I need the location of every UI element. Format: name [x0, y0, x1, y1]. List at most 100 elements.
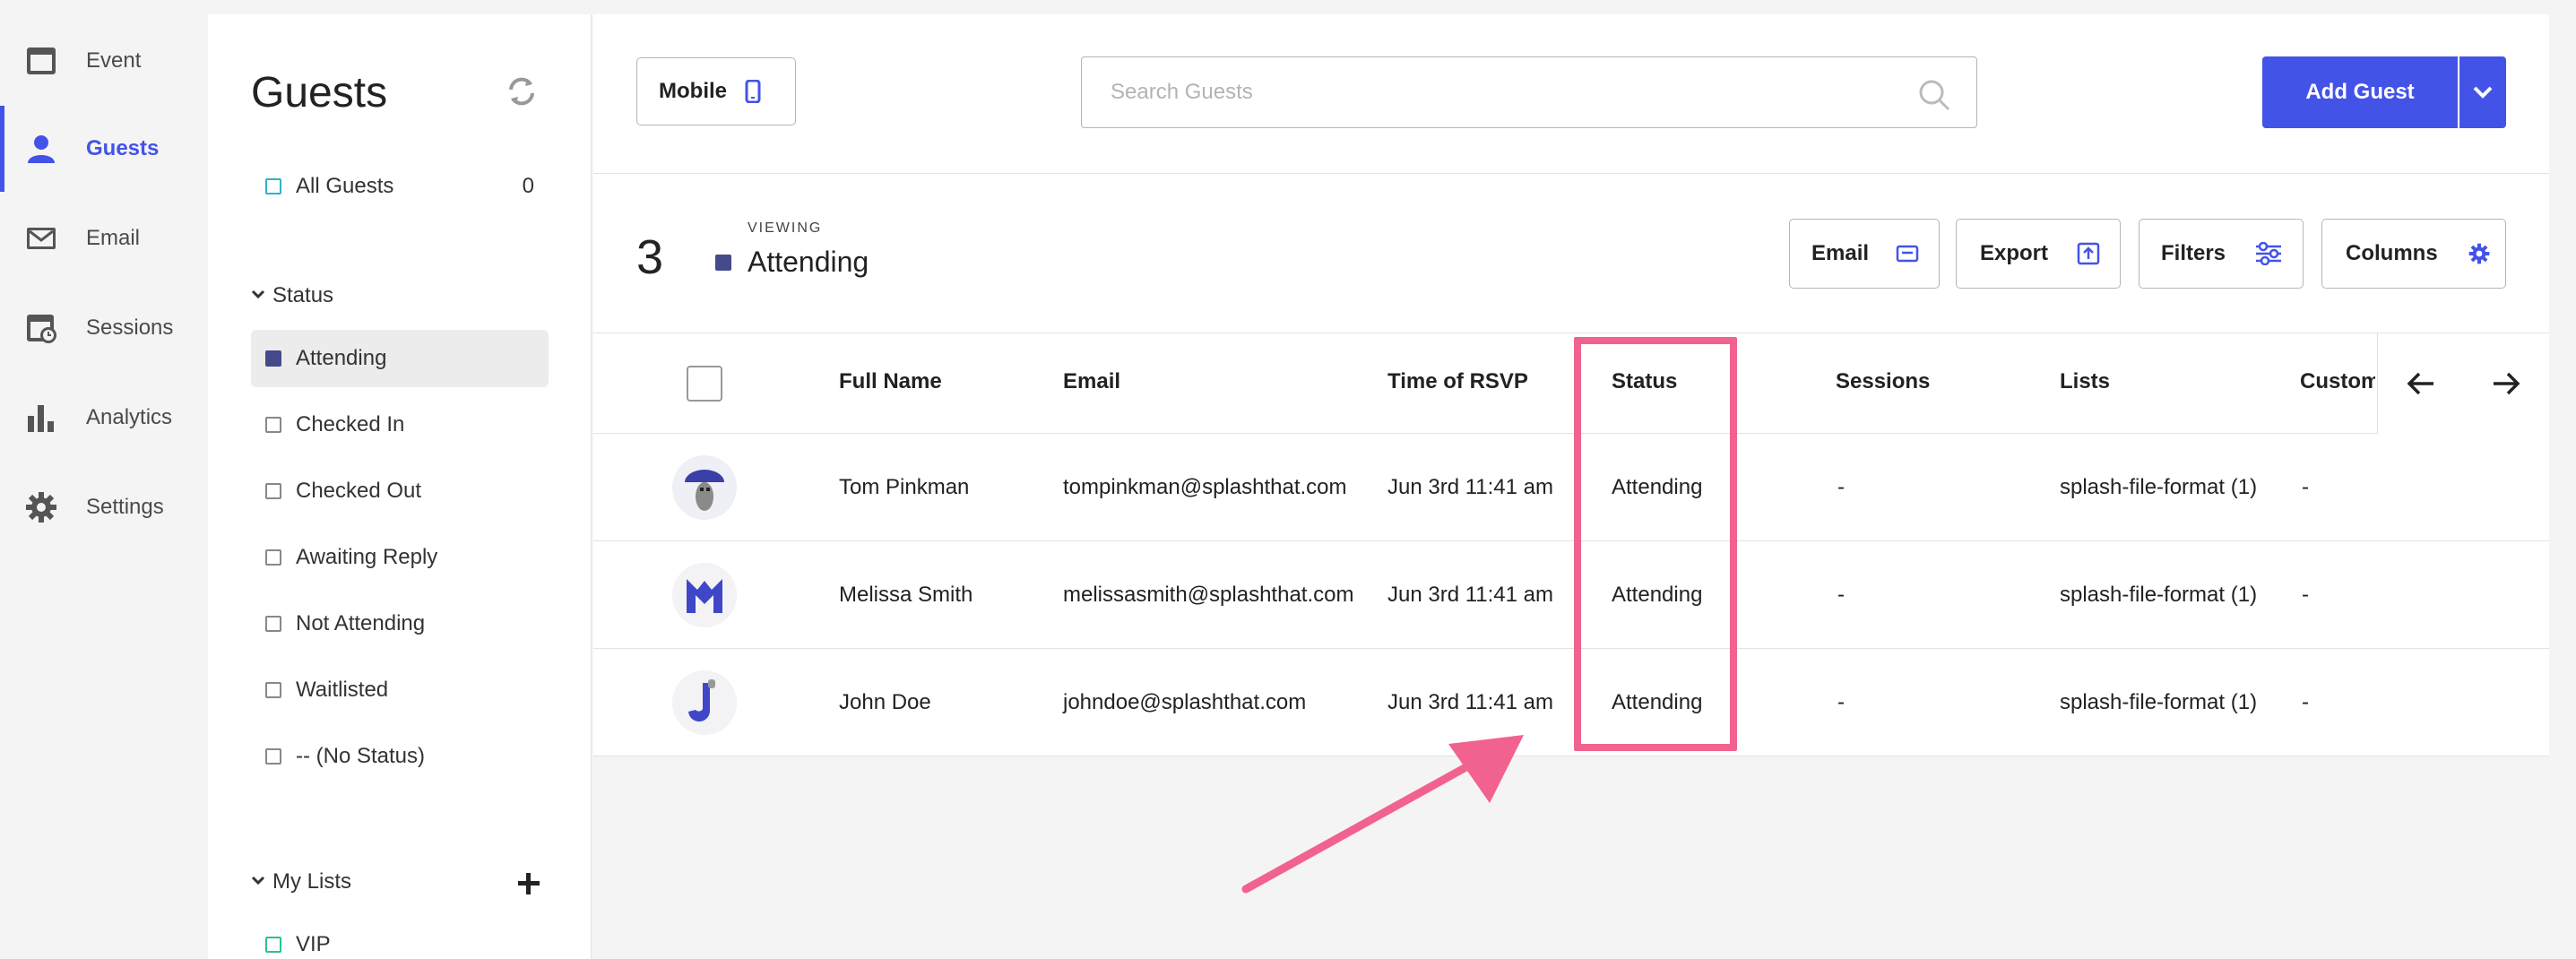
export-label: Export — [1980, 241, 2049, 265]
nav-item-settings[interactable]: Settings — [0, 464, 208, 550]
search-input[interactable] — [1081, 56, 1977, 128]
calendar-icon — [23, 43, 59, 79]
checkbox[interactable] — [265, 417, 281, 433]
filter-status-attending[interactable]: Attending — [251, 330, 549, 387]
export-button[interactable]: Export — [1956, 219, 2121, 289]
nav-label: Email — [86, 226, 141, 250]
guest-count: 3 — [636, 230, 664, 284]
avatar — [672, 455, 737, 520]
cell-lists: splash-file-format (1) — [2060, 690, 2258, 714]
column-header-lists[interactable]: Lists — [2060, 369, 2110, 394]
my-lists-group-toggle[interactable]: My Lists — [251, 869, 351, 894]
select-all-checkbox[interactable] — [687, 366, 722, 402]
filters-button[interactable]: Filters — [2139, 219, 2304, 289]
checkbox[interactable] — [265, 178, 281, 194]
add-list-plus-icon[interactable] — [511, 866, 547, 902]
chevron-down-icon — [2472, 85, 2494, 99]
cell-custom: - — [2302, 583, 2309, 607]
column-header-time-of-rsvp[interactable]: Time of RSVP — [1387, 369, 1528, 394]
cell-time-of-rsvp: Jun 3rd 11:41 am — [1387, 583, 1554, 607]
viewing-label: VIEWING — [748, 220, 823, 236]
filter-count: 0 — [522, 174, 534, 198]
status-color-swatch — [715, 255, 731, 271]
email-label: Email — [1811, 241, 1870, 265]
filter-status-checked-in[interactable]: Checked In — [251, 396, 549, 454]
cell-sessions: - — [1837, 690, 1845, 714]
chevron-down-icon — [251, 287, 265, 306]
nav-label: Guests — [86, 136, 160, 160]
filter-label: Checked In — [296, 412, 405, 436]
checkbox[interactable] — [265, 616, 281, 632]
nav-item-guests[interactable]: Guests — [0, 106, 208, 192]
filter-label: Attending — [296, 346, 387, 370]
guest-filter-sidebar: Guests All Guests 0 Status Attending Che… — [208, 14, 592, 959]
cell-custom: - — [2302, 475, 2309, 499]
envelope-icon — [23, 220, 59, 256]
nav-item-event[interactable]: Event — [0, 18, 208, 104]
checkbox[interactable] — [265, 549, 281, 566]
filter-status-checked-out[interactable]: Checked Out — [251, 462, 549, 520]
checkbox[interactable] — [265, 483, 281, 499]
filter-label: -- (No Status) — [296, 744, 426, 768]
cell-lists: splash-file-format (1) — [2060, 583, 2258, 607]
nav-item-sessions[interactable]: Sessions — [0, 285, 208, 371]
mobile-button[interactable]: Mobile — [636, 57, 796, 125]
cell-status: Attending — [1612, 690, 1703, 714]
column-header-sessions[interactable]: Sessions — [1836, 369, 1930, 394]
filter-status-waitlisted[interactable]: Waitlisted — [251, 661, 549, 719]
avatar — [672, 563, 737, 627]
main-content: Mobile Add Guest 3 VIEWING Attending Ema… — [593, 14, 2549, 959]
filter-status-not-attending[interactable]: Not Attending — [251, 595, 549, 652]
cell-email: tompinkman@splashthat.com — [1063, 475, 1347, 499]
filter-status-awaiting-reply[interactable]: Awaiting Reply — [251, 529, 549, 586]
filter-all-guests[interactable]: All Guests 0 — [251, 158, 549, 215]
table-header: Full Name Email Time of RSVP Status Sess… — [593, 333, 2549, 434]
cell-time-of-rsvp: Jun 3rd 11:41 am — [1387, 690, 1554, 714]
search-icon[interactable] — [1916, 77, 1952, 113]
filter-label: Awaiting Reply — [296, 545, 438, 569]
sliders-icon — [2254, 242, 2283, 265]
cell-sessions: - — [1837, 475, 1845, 499]
filters-label: Filters — [2161, 241, 2226, 265]
table-row[interactable]: Tom Pinkman tompinkman@splashthat.com Ju… — [593, 434, 2549, 541]
email-button[interactable]: Email — [1789, 219, 1940, 289]
checkbox[interactable] — [265, 937, 281, 953]
checkbox[interactable] — [265, 350, 281, 367]
column-scroll-controls — [2377, 333, 2549, 434]
cell-sessions: - — [1837, 583, 1845, 607]
nav-label: Sessions — [86, 315, 174, 340]
cell-status: Attending — [1612, 583, 1703, 607]
table-row[interactable]: John Doe johndoe@splashthat.com Jun 3rd … — [593, 649, 2549, 756]
columns-button[interactable]: Columns — [2321, 219, 2506, 289]
table-row[interactable]: Melissa Smith melissasmith@splashthat.co… — [593, 541, 2549, 649]
cell-full-name: Melissa Smith — [839, 583, 973, 607]
filter-status-no-status[interactable]: -- (No Status) — [251, 728, 549, 785]
filter-list-vip[interactable]: VIP — [251, 916, 549, 959]
column-header-custom[interactable]: Custom: — [2300, 369, 2375, 394]
filter-label: Not Attending — [296, 611, 426, 635]
filter-label: VIP — [296, 932, 331, 956]
filter-label: Checked Out — [296, 479, 422, 503]
column-header-full-name[interactable]: Full Name — [839, 369, 942, 394]
arrow-left-icon[interactable] — [2403, 366, 2439, 402]
results-summary-bar: 3 VIEWING Attending Email Export Filters… — [593, 174, 2549, 333]
checkbox[interactable] — [265, 748, 281, 765]
column-header-email[interactable]: Email — [1063, 369, 1120, 394]
arrow-right-icon[interactable] — [2488, 366, 2524, 402]
sidebar-title: Guests — [251, 69, 388, 117]
mobile-phone-icon — [745, 80, 761, 103]
main-nav: Event Guests Email Sessions Analytics Se… — [0, 0, 208, 959]
sessions-clock-icon — [23, 310, 59, 346]
column-header-status[interactable]: Status — [1612, 369, 1677, 394]
nav-label: Settings — [86, 495, 164, 519]
gear-icon — [2468, 243, 2490, 264]
add-guest-dropdown[interactable] — [2459, 56, 2506, 128]
refresh-icon[interactable] — [504, 73, 540, 109]
cell-full-name: Tom Pinkman — [839, 475, 970, 499]
checkbox[interactable] — [265, 682, 281, 698]
status-group-toggle[interactable]: Status — [251, 283, 333, 308]
filter-label: All Guests — [296, 174, 394, 198]
add-guest-button[interactable]: Add Guest — [2262, 56, 2458, 128]
nav-item-email[interactable]: Email — [0, 195, 208, 281]
nav-item-analytics[interactable]: Analytics — [0, 375, 208, 461]
